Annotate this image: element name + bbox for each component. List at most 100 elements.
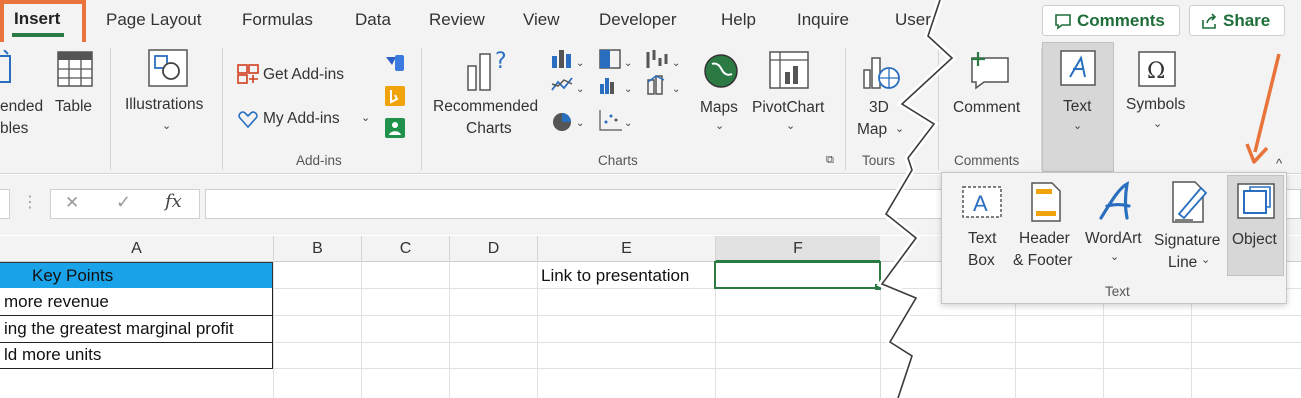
text-button[interactable]: Text ⌄ bbox=[1042, 42, 1114, 172]
maps-label[interactable]: Maps bbox=[700, 97, 738, 118]
name-box[interactable] bbox=[0, 189, 10, 219]
chart-types-grid[interactable]: ⌄ ⌄ ⌄ ⌄ ⌄ ⌄ ⌄ ⌄ bbox=[550, 48, 690, 138]
share-button[interactable]: Share bbox=[1189, 5, 1285, 36]
svg-text:⌄: ⌄ bbox=[624, 58, 632, 69]
comments-group-label: Comments bbox=[954, 153, 1020, 168]
svg-text:⌄: ⌄ bbox=[576, 58, 584, 69]
pivotchart-icon[interactable] bbox=[768, 50, 810, 90]
textbox-label-2[interactable]: Box bbox=[968, 250, 995, 271]
addins-group-label: Add-ins bbox=[296, 153, 342, 168]
cell-a4[interactable]: ld more units bbox=[4, 345, 101, 365]
omega-icon[interactable]: Ω bbox=[1137, 50, 1177, 88]
svg-text:A: A bbox=[973, 191, 988, 216]
recommended-charts-label-1[interactable]: Recommended bbox=[433, 96, 538, 117]
my-addins-chevron-down-icon[interactable]: ⌄ bbox=[361, 111, 370, 124]
store-icon bbox=[237, 64, 259, 84]
statistic-chart-icon: ⌄ bbox=[600, 78, 632, 95]
comment-icon[interactable] bbox=[964, 50, 1012, 90]
signature-chevron-down-icon[interactable]: ⌄ bbox=[1201, 253, 1210, 266]
column-header-c[interactable]: C bbox=[361, 236, 449, 262]
tab-view[interactable]: View bbox=[523, 10, 560, 30]
scatter-chart-icon: ⌄ bbox=[599, 110, 632, 131]
arrow-annotation-icon bbox=[1245, 53, 1281, 164]
gridline bbox=[361, 262, 362, 398]
wordart-chevron-down-icon[interactable]: ⌄ bbox=[1110, 250, 1119, 263]
formula-bar-splitter[interactable]: ⋮ bbox=[22, 192, 38, 212]
tab-page-layout[interactable]: Page Layout bbox=[106, 10, 201, 30]
tab-formulas[interactable]: Formulas bbox=[242, 10, 313, 30]
table-icon[interactable] bbox=[56, 50, 94, 88]
bing-icon[interactable] bbox=[384, 85, 406, 107]
pivotchart-label[interactable]: PivotChart bbox=[752, 97, 824, 118]
svg-text:?: ? bbox=[495, 49, 507, 74]
header-footer-label-2[interactable]: & Footer bbox=[1013, 250, 1072, 271]
my-addins-icon bbox=[238, 111, 258, 129]
insert-function-icon[interactable]: fx bbox=[165, 191, 182, 212]
enter-icon[interactable]: ✓ bbox=[116, 192, 131, 213]
symbols-chevron-down-icon[interactable]: ⌄ bbox=[1153, 117, 1162, 130]
column-header-f[interactable]: F bbox=[715, 236, 880, 262]
cell-a3[interactable]: ing the greatest marginal profit bbox=[4, 319, 234, 339]
comment-label[interactable]: Comment bbox=[953, 97, 1020, 118]
recommended-charts-label-2[interactable]: Charts bbox=[466, 118, 512, 139]
svg-text:Ω: Ω bbox=[1147, 59, 1165, 84]
gridline bbox=[273, 262, 274, 398]
cancel-icon[interactable]: ✕ bbox=[65, 193, 79, 213]
comment-bubble-icon bbox=[1055, 14, 1071, 30]
recommended-charts-icon[interactable]: ? bbox=[466, 48, 514, 92]
selected-cell-f1[interactable] bbox=[714, 261, 881, 289]
gridline bbox=[449, 262, 450, 398]
illustrations-label[interactable]: Illustrations bbox=[125, 94, 203, 115]
cell-a2[interactable]: more revenue bbox=[4, 292, 109, 312]
header-footer-icon[interactable] bbox=[1030, 181, 1062, 223]
pivotchart-chevron-down-icon[interactable]: ⌄ bbox=[786, 119, 795, 132]
wordart-label[interactable]: WordArt bbox=[1085, 228, 1142, 249]
torn-edge-divider bbox=[876, 0, 956, 398]
maps-chevron-down-icon[interactable]: ⌄ bbox=[715, 119, 724, 132]
textbox-icon[interactable]: A bbox=[961, 183, 1003, 221]
illustrations-chevron-down-icon[interactable]: ⌄ bbox=[162, 119, 171, 132]
pie-chart-icon: ⌄ bbox=[553, 113, 584, 131]
signature-line-label-1[interactable]: Signature bbox=[1154, 230, 1220, 251]
share-button-label: Share bbox=[1223, 11, 1271, 30]
charts-group-label: Charts bbox=[598, 153, 638, 168]
tab-data[interactable]: Data bbox=[355, 10, 391, 30]
recommended-tables-label-2[interactable]: bles bbox=[0, 118, 28, 139]
column-chart-icon: ⌄ bbox=[552, 50, 584, 69]
visio-icon[interactable] bbox=[384, 53, 406, 73]
recommended-tables-icon bbox=[0, 50, 11, 83]
comments-button[interactable]: Comments bbox=[1042, 5, 1180, 36]
tab-developer[interactable]: Developer bbox=[599, 10, 677, 30]
table-label[interactable]: Table bbox=[55, 96, 92, 117]
my-addins-button[interactable]: My Add-ins bbox=[263, 108, 340, 129]
column-header-b[interactable]: B bbox=[273, 236, 361, 262]
tab-inquire[interactable]: Inquire bbox=[797, 10, 849, 30]
ribbon-separator bbox=[110, 48, 111, 170]
ribbon-separator bbox=[421, 48, 422, 170]
signature-line-label-2[interactable]: Line bbox=[1168, 252, 1197, 273]
maps-globe-icon[interactable] bbox=[702, 52, 740, 90]
svg-text:⌄: ⌄ bbox=[672, 58, 680, 69]
hierarchy-chart-icon: ⌄ bbox=[599, 49, 632, 69]
wordart-icon[interactable] bbox=[1097, 180, 1137, 222]
symbols-label[interactable]: Symbols bbox=[1126, 94, 1185, 115]
column-header-e[interactable]: E bbox=[537, 236, 715, 262]
header-footer-label-1[interactable]: Header bbox=[1019, 228, 1070, 249]
object-icon bbox=[1237, 183, 1275, 219]
textbox-label-1[interactable]: Text bbox=[968, 228, 996, 249]
cell-a1[interactable]: Key Points bbox=[0, 262, 273, 288]
cell-e1[interactable]: Link to presentation bbox=[541, 266, 689, 286]
illustrations-icon[interactable] bbox=[147, 48, 189, 88]
object-button[interactable]: Object bbox=[1227, 175, 1284, 276]
signature-icon[interactable] bbox=[1171, 180, 1211, 224]
people-graph-icon[interactable] bbox=[384, 117, 406, 139]
get-addins-button[interactable]: Get Add-ins bbox=[263, 64, 344, 85]
text-chevron-down-icon: ⌄ bbox=[1073, 120, 1083, 132]
tab-help[interactable]: Help bbox=[721, 10, 756, 30]
tab-review[interactable]: Review bbox=[429, 10, 485, 30]
recommended-tables-label-1[interactable]: ended bbox=[0, 96, 43, 117]
svg-text:⌄: ⌄ bbox=[624, 84, 632, 95]
column-header-a[interactable]: A bbox=[0, 236, 273, 262]
column-header-d[interactable]: D bbox=[449, 236, 537, 262]
charts-dialog-launcher-icon[interactable]: ⧉ bbox=[826, 154, 834, 167]
